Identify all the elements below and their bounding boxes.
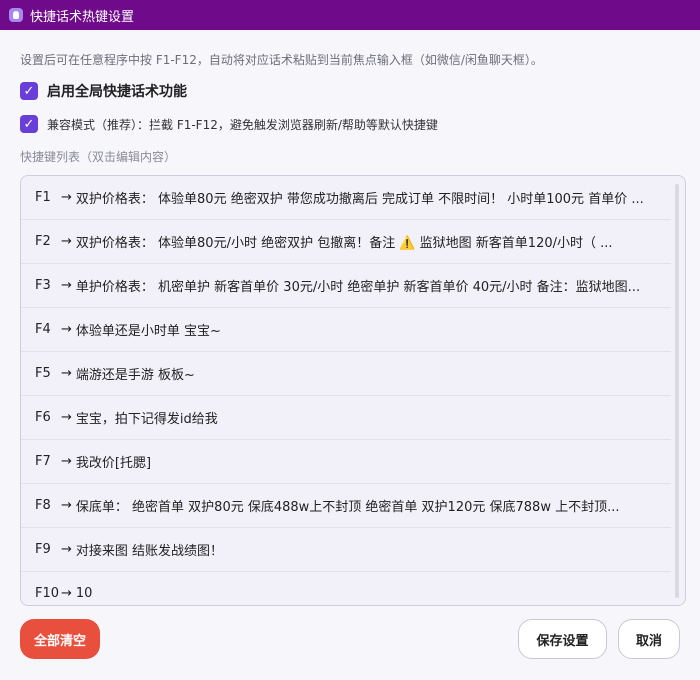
hotkey-key: F7 (35, 454, 51, 469)
clear-all-button[interactable]: 全部清空 (20, 619, 100, 659)
cancel-button[interactable]: 取消 (618, 619, 680, 659)
hotkey-list-item[interactable]: F7 → 我改价[托腮] (21, 440, 671, 484)
checkmark-icon[interactable]: ✓ (20, 82, 38, 100)
compat-mode-label: 兼容模式（推荐）：拦截 F1-F12，避免触发浏览器刷新/帮助等默认快捷键 (47, 117, 438, 132)
hotkey-key: F4 (35, 322, 51, 337)
hotkey-list-title: 快捷键列表（双击编辑内容） (20, 150, 177, 164)
hotkey-phrase: 宝宝，拍下记得发id给我 (75, 412, 218, 427)
hotkey-key: F2 (35, 234, 51, 249)
arrow-icon: → (61, 410, 72, 425)
hotkey-phrase: 对接来图 结账发战绩图！ (75, 544, 224, 559)
app-icon (9, 8, 23, 22)
hotkey-phrase: 单护价格表： 机密单护 新客首单价 30元/小时 绝密单护 新客首单价 40元/… (75, 280, 641, 295)
arrow-icon: → (61, 190, 72, 205)
hotkey-phrase: 我改价[托腮] (75, 456, 152, 471)
arrow-icon: → (61, 234, 72, 249)
hotkey-phrase: 10 (75, 586, 93, 601)
arrow-icon: → (61, 498, 72, 513)
hotkey-list-item[interactable]: F9 → 对接来图 结账发战绩图！ (21, 528, 671, 572)
hotkey-key: F3 (35, 278, 51, 293)
arrow-icon: → (61, 278, 72, 293)
hotkey-list-item[interactable]: F6 → 宝宝，拍下记得发id给我 (21, 396, 671, 440)
hotkey-list-item[interactable]: F1 → 双护价格表： 体验单80元 绝密双护 带您成功撤离后 完成订单 不限时间！… (21, 176, 671, 220)
arrow-icon: → (61, 454, 72, 469)
description-text: 设置后可在任意程序中按 F1-F12，自动将对应话术粘贴到当前焦点输入框（如微信… (20, 53, 543, 67)
hotkey-key: F9 (35, 542, 51, 557)
arrow-icon: → (61, 542, 72, 557)
hotkey-phrase: 端游还是手游 板板~ (75, 368, 195, 383)
hotkey-list-item[interactable]: F10 → 10 (21, 572, 671, 605)
title-bar: 快捷话术热键设置 (0, 0, 700, 30)
enable-global-label: 启用全局快捷话术功能 (47, 84, 187, 100)
hotkey-list-item[interactable]: F5 → 端游还是手游 板板~ (21, 352, 671, 396)
hotkey-key: F5 (35, 366, 51, 381)
arrow-icon: → (61, 366, 72, 381)
window-title: 快捷话术热键设置 (30, 9, 135, 25)
hotkey-list-item[interactable]: F4 → 体验单还是小时单 宝宝~ (21, 308, 671, 352)
list-scrollbar[interactable] (675, 184, 679, 598)
enable-global-option[interactable]: ✓ 启用全局快捷话术功能 (20, 81, 187, 101)
hotkey-key: F8 (35, 498, 51, 513)
hotkey-phrase: 双护价格表： 体验单80元 绝密双护 带您成功撤离后 完成订单 不限时间！ 小时… (75, 192, 644, 207)
arrow-icon: → (61, 586, 72, 601)
arrow-icon: → (61, 322, 72, 337)
checkmark-icon[interactable]: ✓ (20, 115, 38, 133)
hotkey-phrase: 双护价格表： 体验单80元/小时 绝密双护 包撤离！备注 ⚠️ 监狱地图 新客首… (75, 236, 613, 251)
hotkey-phrase: 保底单： 绝密首单 双护80元 保底488w上不封顶 绝密首单 双护120元 保… (75, 500, 620, 515)
hotkey-list-item[interactable]: F3 → 单护价格表： 机密单护 新客首单价 30元/小时 绝密单护 新客首单价 4… (21, 264, 671, 308)
hotkey-list-item[interactable]: F8 → 保底单： 绝密首单 双护80元 保底488w上不封顶 绝密首单 双护120… (21, 484, 671, 528)
hotkey-phrase: 体验单还是小时单 宝宝~ (75, 324, 221, 339)
hotkey-list[interactable]: F1 → 双护价格表： 体验单80元 绝密双护 带您成功撤离后 完成订单 不限时间！… (20, 175, 686, 606)
hotkey-list-item[interactable]: F2 → 双护价格表： 体验单80元/小时 绝密双护 包撤离！备注 ⚠️ 监狱地图 … (21, 220, 671, 264)
hotkey-key: F6 (35, 410, 51, 425)
compat-mode-option[interactable]: ✓ 兼容模式（推荐）：拦截 F1-F12，避免触发浏览器刷新/帮助等默认快捷键 (20, 115, 438, 133)
hotkey-key: F10 (35, 586, 60, 601)
hotkey-key: F1 (35, 190, 51, 205)
save-settings-button[interactable]: 保存设置 (518, 619, 607, 659)
